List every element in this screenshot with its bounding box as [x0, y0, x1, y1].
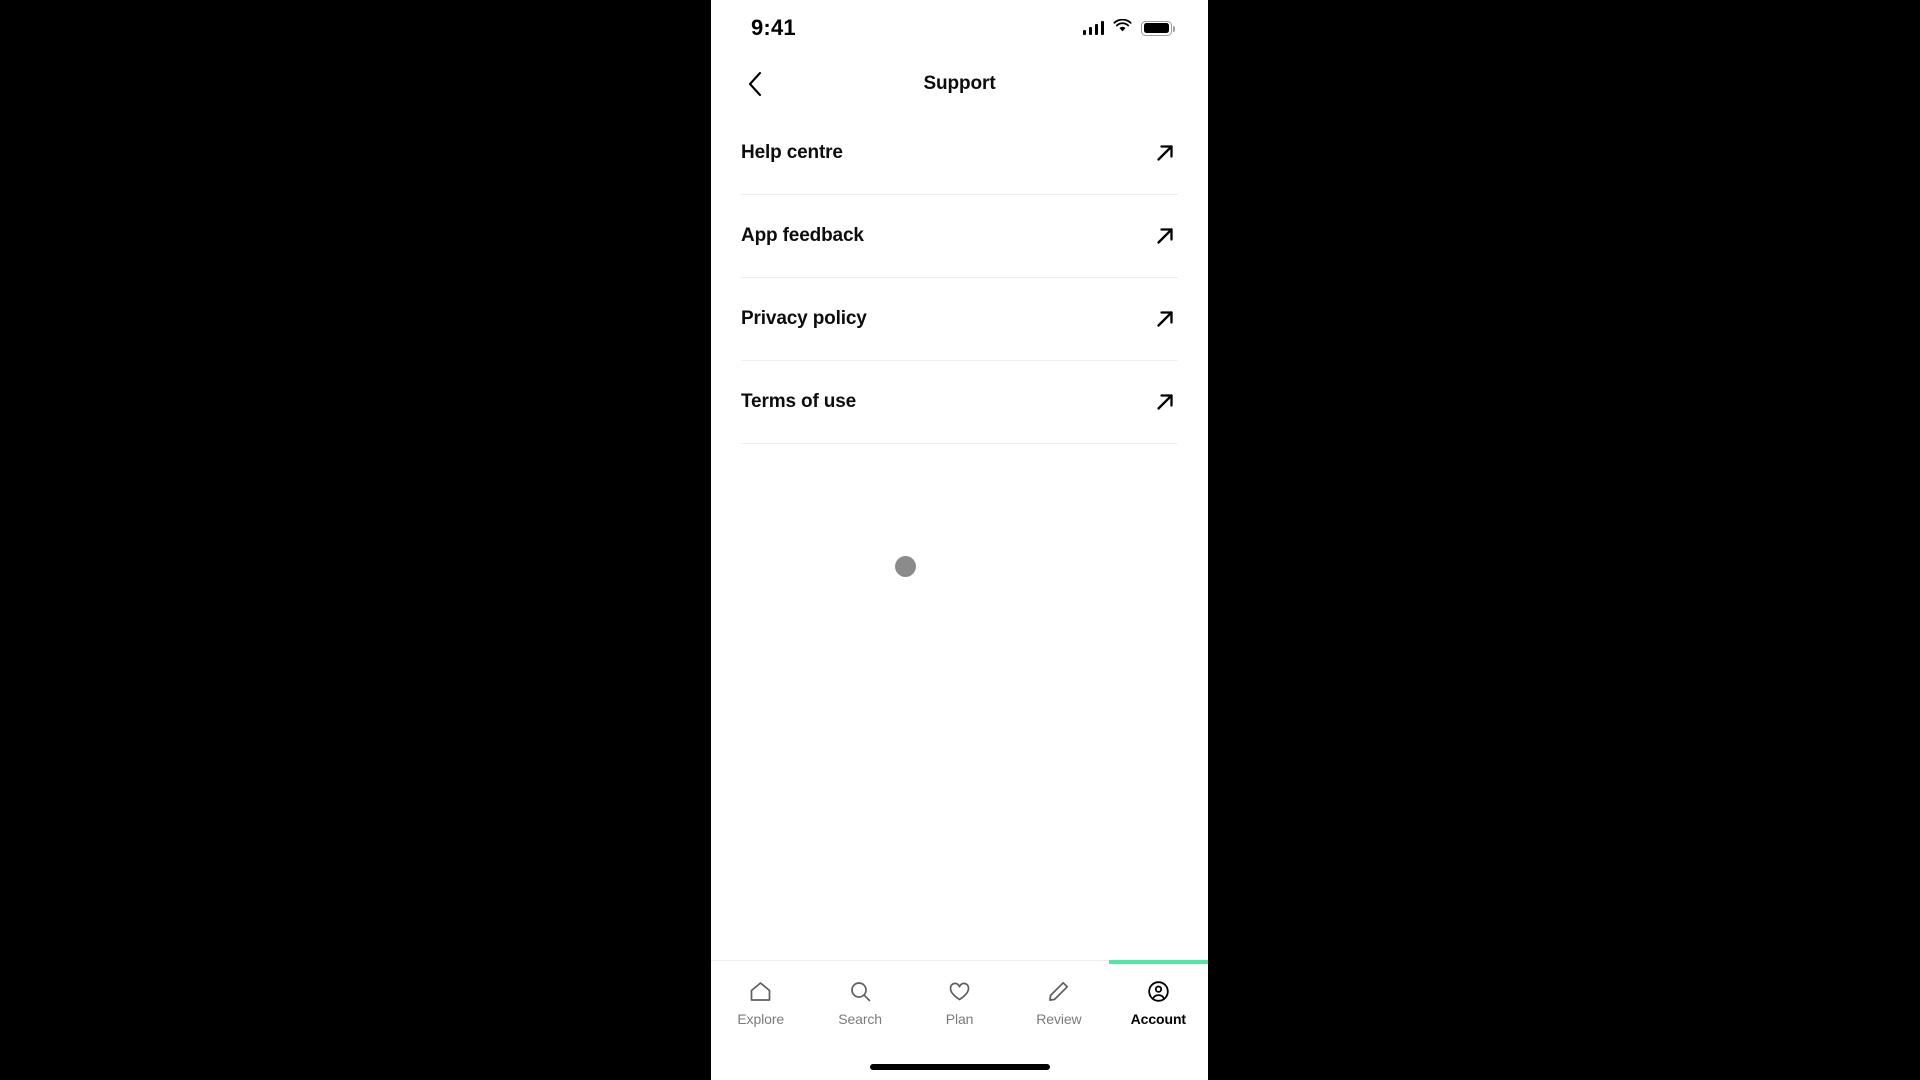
back-button[interactable] [738, 67, 772, 101]
tab-explore[interactable]: Explore [711, 961, 810, 1045]
list-item-help-centre[interactable]: Help centre [741, 112, 1178, 195]
list-item-label: App feedback [741, 225, 864, 246]
heart-icon [949, 982, 970, 1001]
cellular-bars-icon [1082, 21, 1104, 35]
home-indicator-bar [869, 1064, 1050, 1070]
screen-root: 9:41 Support Help centre App feedback Pr… [0, 0, 1920, 1080]
user-circle-icon [1148, 981, 1169, 1002]
status-bar: 9:41 [711, 0, 1208, 56]
tab-review[interactable]: Review [1009, 961, 1108, 1045]
home-icon [750, 982, 771, 1001]
bottom-tab-bar: Explore Search Plan Review Account [711, 960, 1208, 1080]
arrow-up-right-icon [1157, 228, 1173, 244]
wifi-icon [1113, 18, 1132, 38]
status-bar-time: 9:41 [751, 15, 796, 40]
tab-label: Review [1036, 1011, 1082, 1027]
battery-full-icon [1141, 20, 1175, 36]
chevron-left-icon [748, 71, 762, 97]
phone-viewport: 9:41 Support Help centre App feedback Pr… [711, 0, 1208, 1080]
arrow-up-right-icon [1157, 394, 1173, 410]
list-item-terms-of-use[interactable]: Terms of use [741, 361, 1178, 444]
tab-label: Plan [945, 1011, 974, 1027]
list-item-label: Help centre [741, 142, 843, 163]
arrow-up-right-icon [1157, 311, 1173, 327]
tab-plan[interactable]: Plan [910, 961, 1009, 1045]
nav-header: Support [711, 56, 1208, 112]
tab-search[interactable]: Search [810, 961, 909, 1045]
tab-label: Account [1130, 1011, 1186, 1027]
list-item-app-feedback[interactable]: App feedback [741, 195, 1178, 278]
tab-label: Explore [737, 1011, 785, 1027]
list-item-privacy-policy[interactable]: Privacy policy [741, 278, 1178, 361]
arrow-up-right-icon [1157, 145, 1173, 161]
pencil-icon [1049, 981, 1069, 1001]
search-icon [850, 982, 870, 1002]
list-item-label: Terms of use [741, 391, 857, 412]
tab-account[interactable]: Account [1108, 960, 1208, 1045]
list-item-label: Privacy policy [741, 308, 867, 329]
tab-label: Search [838, 1011, 882, 1027]
status-bar-icons [1082, 18, 1175, 38]
page-title: Support [923, 73, 996, 94]
active-tab-indicator [1108, 960, 1208, 964]
circle-cursor [894, 555, 916, 577]
support-links-list: Help centre App feedback Privacy policy [711, 112, 1208, 444]
